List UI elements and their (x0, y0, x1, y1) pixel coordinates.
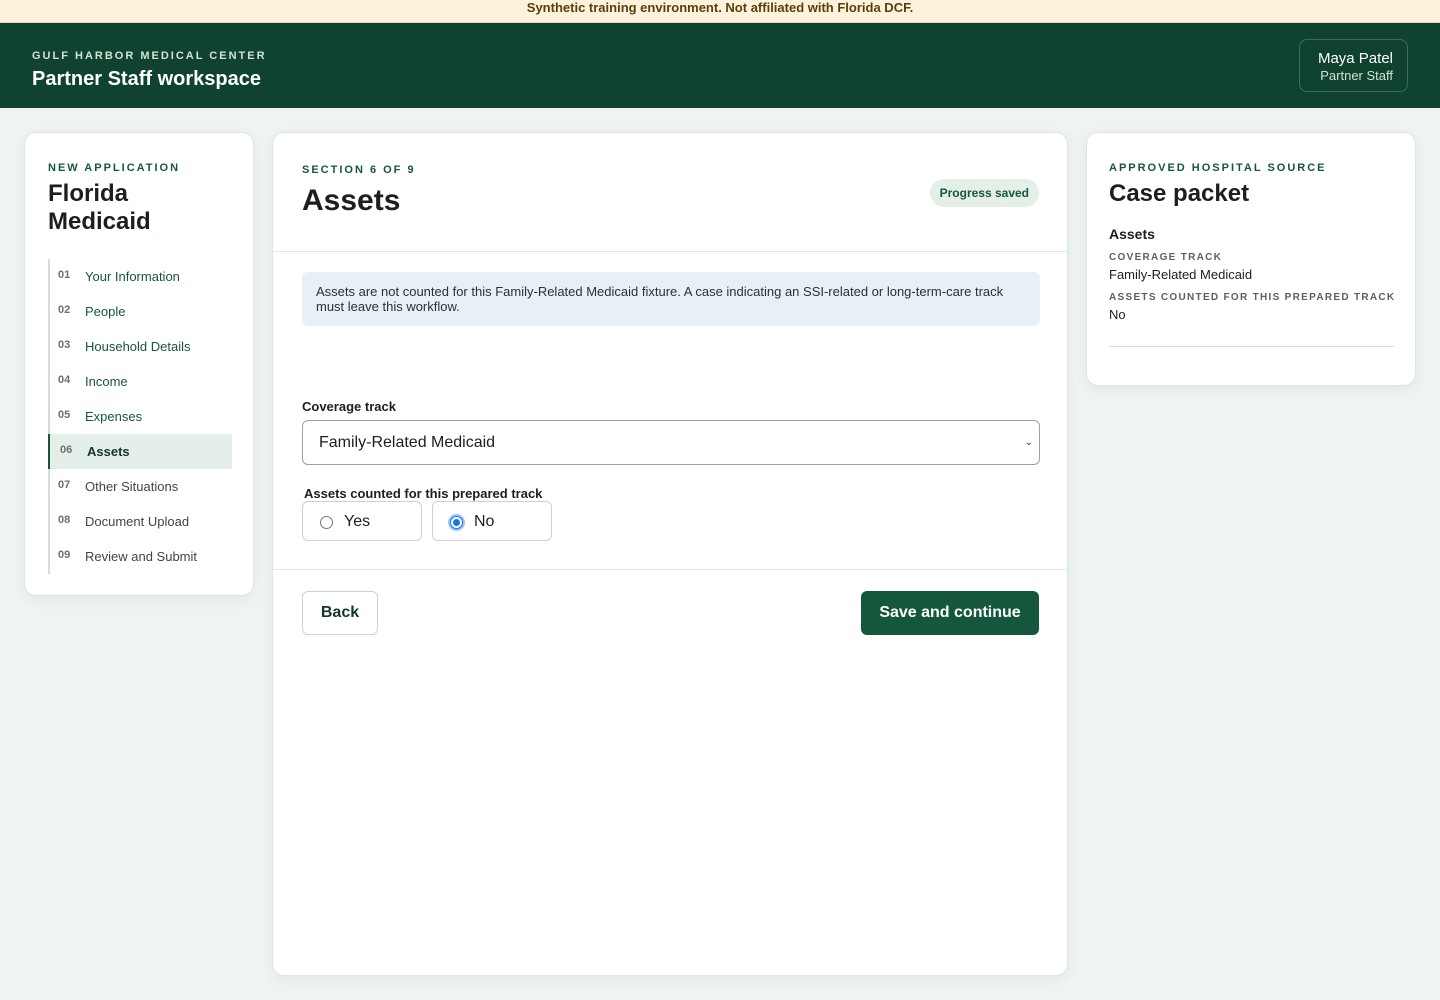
step-number: 04 (58, 374, 71, 386)
packet-field-value: Family-Related Medicaid (1109, 267, 1253, 282)
packet-field-key: ASSETS COUNTED FOR THIS PREPARED TRACK (1109, 292, 1396, 303)
step-income[interactable]: 04 Income (50, 364, 232, 399)
section-counter: SECTION 6 OF 9 (302, 164, 416, 176)
assets-form-card: SECTION 6 OF 9 Assets Progress saved Ass… (272, 132, 1068, 976)
assets-counted-no-option[interactable]: No (432, 501, 552, 541)
coverage-track-value: Family-Related Medicaid (319, 434, 496, 451)
packet-title: Case packet (1109, 180, 1250, 207)
step-household-details[interactable]: 03 Household Details (50, 329, 232, 364)
step-number: 03 (58, 339, 71, 351)
step-your-information[interactable]: 01 Your Information (50, 259, 232, 294)
step-label: Other Situations (85, 479, 179, 494)
radio-yes-label: Yes (344, 513, 371, 530)
step-label: Expenses (85, 409, 143, 424)
step-number: 08 (58, 514, 71, 526)
step-label: Document Upload (85, 514, 190, 529)
step-review-and-submit[interactable]: 09 Review and Submit (50, 539, 232, 574)
nav-eyebrow: NEW APPLICATION (48, 162, 181, 174)
step-assets[interactable]: 06 Assets (48, 434, 232, 469)
footer-divider (273, 569, 1067, 570)
step-number: 01 (58, 269, 71, 281)
workspace-title: Partner Staff workspace (32, 68, 261, 90)
application-title: Florida Medicaid (48, 180, 151, 235)
step-label: Income (85, 374, 128, 389)
step-label: Your Information (85, 269, 180, 284)
status-badge: Progress saved (929, 179, 1039, 207)
step-document-upload[interactable]: 08 Document Upload (50, 504, 232, 539)
packet-field-value: No (1109, 307, 1126, 322)
step-number: 05 (58, 409, 71, 421)
coverage-track-select[interactable]: Family-Related Medicaid ⌄ (302, 420, 1040, 465)
org-name: GULF HARBOR MEDICAL CENTER (32, 50, 267, 62)
back-button[interactable]: Back (302, 591, 378, 635)
step-number: 06 (60, 444, 73, 456)
radio-no-label: No (474, 513, 495, 530)
packet-eyebrow: APPROVED HOSPITAL SOURCE (1109, 162, 1327, 174)
radio-yes[interactable] (320, 516, 333, 529)
environment-banner: Synthetic training environment. Not affi… (0, 0, 1440, 23)
step-people[interactable]: 02 People (50, 294, 232, 329)
packet-divider (1109, 346, 1394, 347)
coverage-track-label: Coverage track (302, 399, 396, 414)
step-label: Review and Submit (85, 549, 197, 564)
step-other-situations[interactable]: 07 Other Situations (50, 469, 232, 504)
step-label: Assets (87, 444, 130, 459)
assets-counted-yes-option[interactable]: Yes (302, 501, 422, 541)
step-label: People (85, 304, 126, 319)
user-name: Maya Patel (1317, 50, 1393, 67)
info-notice: Assets are not counted for this Family-R… (302, 272, 1040, 326)
packet-field-key: COVERAGE TRACK (1109, 252, 1223, 263)
top-bar: GULF HARBOR MEDICAL CENTER Partner Staff… (0, 23, 1440, 108)
radio-no[interactable] (450, 516, 463, 529)
packet-section-heading: Assets (1109, 226, 1155, 242)
step-number: 09 (58, 549, 71, 561)
step-expenses[interactable]: 05 Expenses (50, 399, 232, 434)
save-and-continue-button[interactable]: Save and continue (861, 591, 1039, 635)
step-label: Household Details (85, 339, 191, 354)
step-number: 07 (58, 479, 71, 491)
page-title: Assets (302, 184, 401, 217)
application-nav: NEW APPLICATION Florida Medicaid 01 Your… (24, 132, 254, 596)
chevron-down-icon: ⌄ (1024, 437, 1033, 448)
header-divider (273, 251, 1067, 252)
user-role: Partner Staff (1320, 68, 1393, 83)
step-number: 02 (58, 304, 71, 316)
case-packet-card: APPROVED HOSPITAL SOURCE Case packet Ass… (1086, 132, 1416, 386)
assets-counted-label: Assets counted for this prepared track (304, 486, 543, 501)
step-list: 01 Your Information 02 People 03 Househo… (48, 259, 232, 574)
user-menu-button[interactable]: Maya Patel Partner Staff (1299, 39, 1408, 92)
